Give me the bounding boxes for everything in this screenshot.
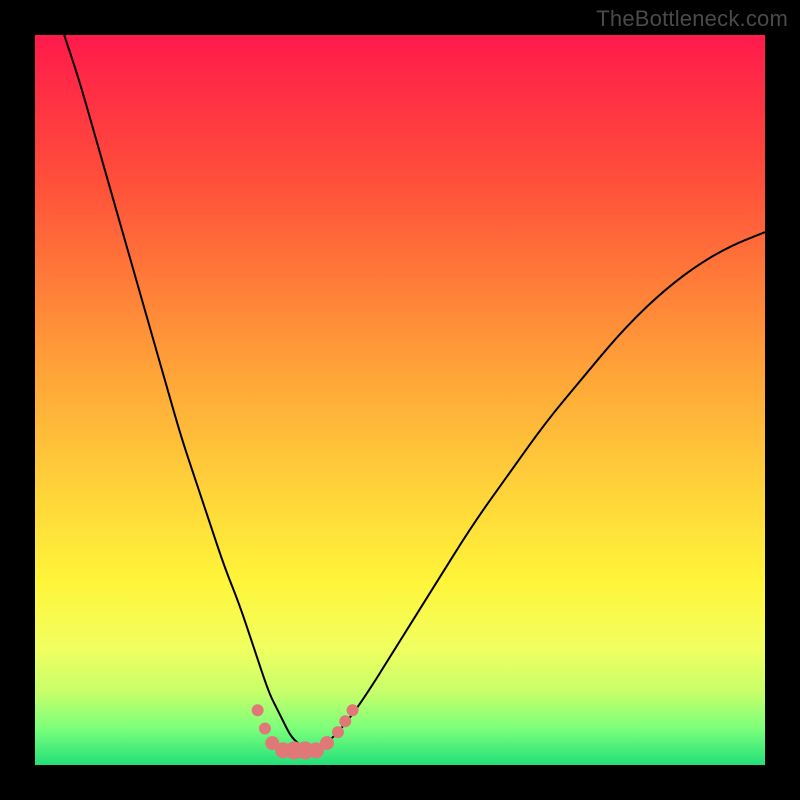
- marker-dot: [259, 723, 271, 735]
- watermark-label: TheBottleneck.com: [596, 6, 788, 32]
- marker-dot: [332, 726, 344, 738]
- marker-dot: [339, 715, 351, 727]
- bottleneck-optimum-markers: [252, 704, 359, 759]
- chart-frame: TheBottleneck.com: [0, 0, 800, 800]
- chart-overlay: [35, 35, 765, 765]
- bottleneck-curve: [64, 35, 765, 750]
- marker-dot: [347, 704, 359, 716]
- plot-area: [35, 35, 765, 765]
- marker-dot: [252, 704, 264, 716]
- marker-dot: [320, 736, 334, 750]
